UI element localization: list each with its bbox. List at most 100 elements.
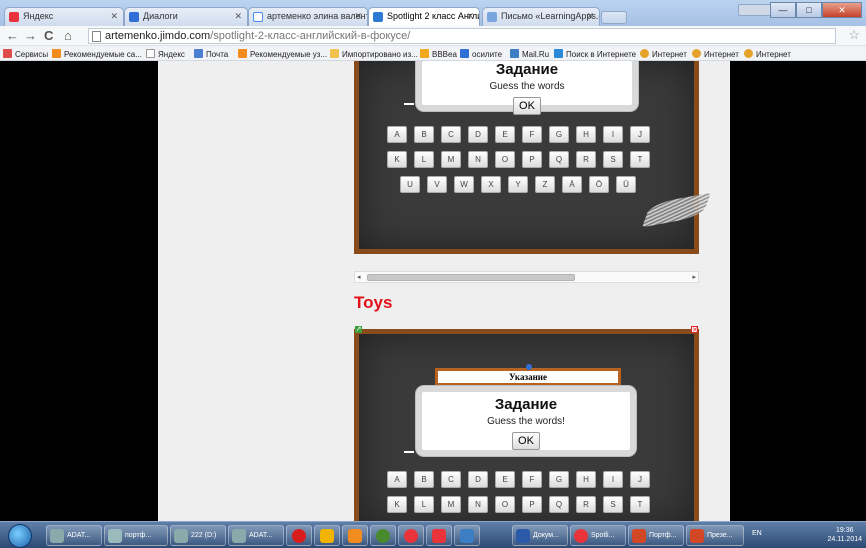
letter-key[interactable]: N: [468, 496, 488, 513]
bookmark-item[interactable]: Почта: [194, 49, 228, 59]
taskbar-button[interactable]: [342, 525, 368, 546]
letter-key[interactable]: V: [427, 176, 447, 193]
letter-key[interactable]: Y: [508, 176, 528, 193]
letter-key[interactable]: M: [441, 496, 461, 513]
letter-key[interactable]: R: [576, 496, 596, 513]
letter-key[interactable]: A: [387, 126, 407, 143]
taskbar-button[interactable]: ADAT...: [228, 525, 284, 546]
letter-key[interactable]: G: [549, 126, 569, 143]
letter-key[interactable]: Ö: [589, 176, 609, 193]
bookmark-item[interactable]: Импортировано из...: [330, 49, 418, 59]
letter-key[interactable]: D: [468, 126, 488, 143]
new-tab-button[interactable]: [601, 11, 627, 24]
taskbar-button[interactable]: [454, 525, 480, 546]
tab-yandex[interactable]: Яндекс ✕: [4, 7, 124, 26]
letter-key[interactable]: O: [495, 496, 515, 513]
taskbar-button[interactable]: Spotli...: [570, 525, 626, 546]
scroll-left-icon[interactable]: ◂: [357, 273, 361, 281]
close-icon[interactable]: ✕: [354, 11, 362, 22]
reload-icon[interactable]: C: [44, 28, 53, 43]
taskbar-button[interactable]: Портф...: [628, 525, 684, 546]
taskbar-button[interactable]: [370, 525, 396, 546]
letter-key[interactable]: Q: [549, 496, 569, 513]
tab-dialogs[interactable]: Диалоги ✕: [124, 7, 248, 26]
letter-key[interactable]: U: [400, 176, 420, 193]
letter-key[interactable]: M: [441, 151, 461, 168]
taskbar-button[interactable]: Презе...: [686, 525, 744, 546]
letter-key[interactable]: H: [576, 471, 596, 488]
letter-key[interactable]: Z: [535, 176, 555, 193]
letter-key[interactable]: I: [603, 471, 623, 488]
letter-key[interactable]: E: [495, 471, 515, 488]
back-icon[interactable]: ←: [6, 28, 19, 43]
letter-key[interactable]: L: [414, 151, 434, 168]
letter-key[interactable]: S: [603, 496, 623, 513]
scroll-thumb[interactable]: [367, 274, 575, 281]
forward-icon[interactable]: →: [24, 28, 37, 43]
drag-handle-icon[interactable]: [526, 364, 532, 370]
start-button[interactable]: [8, 524, 32, 548]
letter-key[interactable]: K: [387, 151, 407, 168]
clock[interactable]: 19:36 24.11.2014: [827, 526, 862, 544]
ok-button[interactable]: OK: [513, 97, 541, 115]
taskbar-button[interactable]: 222 (D:): [170, 525, 226, 546]
minimize-button[interactable]: —: [770, 2, 796, 18]
letter-key[interactable]: Q: [549, 151, 569, 168]
letter-key[interactable]: B: [414, 471, 434, 488]
letter-key[interactable]: K: [387, 496, 407, 513]
tab-spotlight[interactable]: Spotlight 2 класс Англий ✕: [368, 7, 480, 27]
bookmark-star-icon[interactable]: ☆: [848, 27, 860, 43]
bookmark-item[interactable]: Сервисы: [3, 49, 48, 59]
bookmark-item[interactable]: Интернет: [744, 49, 791, 59]
bookmark-item[interactable]: Интернет: [640, 49, 687, 59]
letter-key[interactable]: A: [387, 471, 407, 488]
tab-mail[interactable]: Письмо «LearningApps.o ✕: [482, 7, 600, 26]
letter-key[interactable]: O: [495, 151, 515, 168]
letter-key[interactable]: P: [522, 151, 542, 168]
letter-key[interactable]: E: [495, 126, 515, 143]
letter-key[interactable]: L: [414, 496, 434, 513]
taskbar-button[interactable]: [286, 525, 312, 546]
bookmark-item[interactable]: осилите: [460, 49, 502, 59]
user-profile-button[interactable]: [738, 4, 774, 16]
bookmark-item[interactable]: Поиск в Интернете: [554, 49, 636, 59]
ok-button[interactable]: OK: [512, 432, 540, 450]
letter-key[interactable]: B: [414, 126, 434, 143]
taskbar-button[interactable]: Докум...: [512, 525, 568, 546]
letter-key[interactable]: P: [522, 496, 542, 513]
letter-key[interactable]: J: [630, 471, 650, 488]
letter-key[interactable]: S: [603, 151, 623, 168]
letter-key[interactable]: T: [630, 496, 650, 513]
taskbar-button[interactable]: ADAT...: [46, 525, 102, 546]
letter-key[interactable]: Ä: [562, 176, 582, 193]
letter-key[interactable]: G: [549, 471, 569, 488]
bookmark-item[interactable]: Интернет: [692, 49, 739, 59]
home-icon[interactable]: ⌂: [64, 28, 72, 43]
bookmark-item[interactable]: Рекомендуемые уз...: [238, 49, 327, 59]
letter-key[interactable]: C: [441, 126, 461, 143]
letter-key[interactable]: D: [468, 471, 488, 488]
tab-google-search[interactable]: артеменко элина валенти ✕: [248, 7, 368, 26]
letter-key[interactable]: Ü: [616, 176, 636, 193]
close-icon[interactable]: ✕: [466, 11, 474, 22]
letter-key[interactable]: X: [481, 176, 501, 193]
letter-key[interactable]: C: [441, 471, 461, 488]
close-icon[interactable]: ✕: [586, 11, 594, 22]
letter-key[interactable]: R: [576, 151, 596, 168]
bookmark-item[interactable]: Яндекс: [146, 49, 185, 59]
taskbar-button[interactable]: портф...: [104, 525, 168, 546]
close-icon[interactable]: ✕: [234, 11, 242, 22]
bookmark-item[interactable]: Рекомендуемые са...: [52, 49, 142, 59]
horizontal-scrollbar[interactable]: ◂ ▸: [354, 271, 699, 283]
fullscreen-icon[interactable]: ✕: [691, 326, 698, 334]
close-window-button[interactable]: ✕: [822, 2, 862, 18]
letter-key[interactable]: H: [576, 126, 596, 143]
letter-key[interactable]: F: [522, 471, 542, 488]
maximize-button[interactable]: □: [796, 2, 822, 18]
letter-key[interactable]: T: [630, 151, 650, 168]
taskbar-button[interactable]: [398, 525, 424, 546]
letter-key[interactable]: N: [468, 151, 488, 168]
taskbar-button[interactable]: [426, 525, 452, 546]
taskbar-button[interactable]: [314, 525, 340, 546]
letter-key[interactable]: I: [603, 126, 623, 143]
